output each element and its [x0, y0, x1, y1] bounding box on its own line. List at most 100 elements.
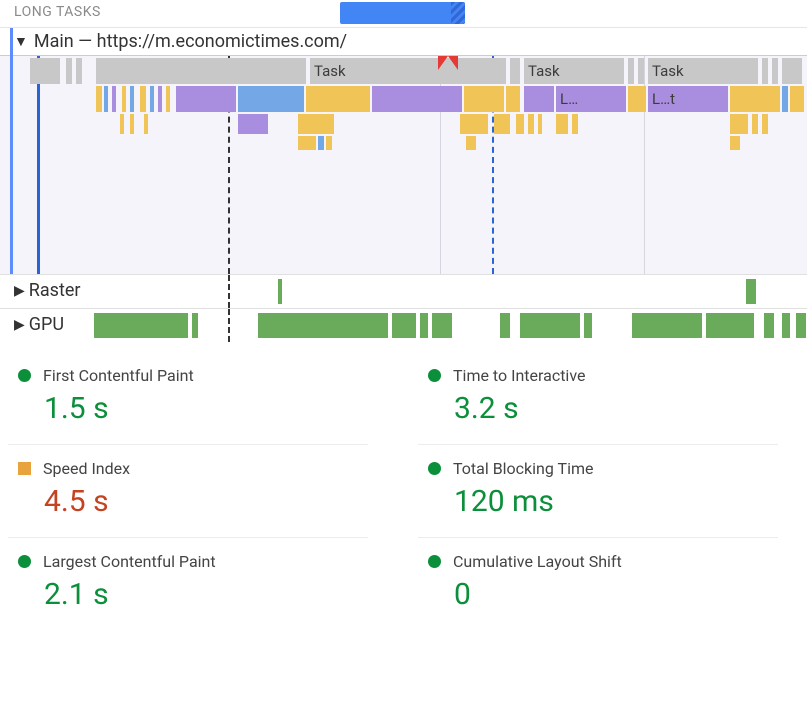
flame-block[interactable]	[238, 114, 268, 134]
flame-block[interactable]	[238, 86, 304, 112]
timeline-marker-dashed	[228, 309, 230, 342]
flame-block[interactable]	[120, 114, 124, 134]
flame-block[interactable]	[158, 86, 162, 112]
raster-track[interactable]: ▶ Raster	[0, 274, 807, 308]
flame-block[interactable]	[752, 114, 758, 134]
metric-value: 1.5 s	[44, 391, 358, 426]
activity-bar[interactable]	[782, 313, 790, 338]
metric-label: First Contentful Paint	[43, 366, 194, 385]
flame-block[interactable]	[460, 114, 488, 134]
flame-block[interactable]	[790, 86, 804, 112]
activity-bar[interactable]	[420, 313, 428, 338]
flame-block[interactable]	[528, 114, 534, 134]
flame-block[interactable]	[372, 86, 462, 112]
flame-block[interactable]	[466, 136, 476, 150]
flame-row	[0, 136, 807, 162]
flame-block[interactable]	[572, 114, 578, 134]
flame-block[interactable]	[306, 86, 370, 112]
flame-block[interactable]: Task	[524, 58, 624, 84]
flame-block[interactable]	[628, 86, 646, 112]
flame-block[interactable]	[782, 58, 802, 84]
long-tasks-label: LONG TASKS	[14, 4, 101, 20]
flame-row: L… L…t	[0, 86, 807, 112]
flame-block[interactable]	[326, 136, 332, 150]
flame-block[interactable]: L…	[556, 86, 626, 112]
selection-bracket	[10, 28, 13, 274]
activity-bar[interactable]	[192, 313, 198, 338]
metric-tti: Time to Interactive 3.2 s	[418, 352, 778, 444]
activity-bar[interactable]	[746, 279, 756, 304]
flame-block[interactable]	[298, 114, 334, 134]
flame-block[interactable]	[144, 114, 148, 134]
activity-bar[interactable]	[500, 313, 510, 338]
flame-block[interactable]	[762, 114, 768, 134]
status-square-icon	[18, 462, 31, 475]
status-dot-icon	[428, 369, 441, 382]
status-dot-icon	[18, 369, 31, 382]
flame-block[interactable]	[510, 58, 520, 84]
flame-block[interactable]	[298, 136, 316, 150]
activity-bar[interactable]	[432, 313, 452, 338]
flame-block[interactable]	[730, 114, 748, 134]
flame-block[interactable]: L…t	[648, 86, 728, 112]
flame-block[interactable]	[104, 86, 108, 112]
flame-block[interactable]	[516, 114, 524, 134]
status-dot-icon	[18, 555, 31, 568]
metrics-panel: First Contentful Paint 1.5 s Time to Int…	[0, 342, 807, 630]
metric-label: Speed Index	[43, 459, 130, 478]
metric-fcp: First Contentful Paint 1.5 s	[8, 352, 368, 444]
flame-block[interactable]	[30, 58, 60, 84]
flame-block[interactable]	[122, 86, 126, 112]
flame-block[interactable]	[628, 58, 634, 84]
activity-bar[interactable]	[278, 279, 282, 304]
status-dot-icon	[428, 555, 441, 568]
activity-bar[interactable]	[796, 313, 806, 338]
activity-bar[interactable]	[706, 313, 754, 338]
flame-block[interactable]	[772, 58, 778, 84]
flame-block[interactable]: Task	[310, 58, 506, 84]
flame-block[interactable]: Task	[648, 58, 758, 84]
flame-block[interactable]	[76, 58, 82, 84]
flame-block[interactable]	[66, 58, 72, 84]
long-task-bar[interactable]	[340, 2, 465, 24]
flame-block[interactable]	[166, 86, 170, 112]
activity-bar[interactable]	[392, 313, 416, 338]
flame-block[interactable]	[140, 86, 146, 112]
flame-block[interactable]	[782, 86, 788, 112]
disclosure-right-icon[interactable]: ▶	[14, 317, 25, 333]
raster-bars	[0, 279, 807, 304]
flame-block[interactable]	[506, 86, 520, 112]
flame-block[interactable]	[730, 136, 740, 150]
flame-block[interactable]	[494, 114, 510, 134]
flame-block[interactable]	[96, 58, 306, 84]
flame-block[interactable]	[524, 86, 554, 112]
activity-bar[interactable]	[764, 313, 774, 338]
gpu-track[interactable]: ▶ GPU	[0, 308, 807, 342]
flame-block[interactable]	[464, 86, 504, 112]
activity-bar[interactable]	[258, 313, 388, 338]
flame-block[interactable]	[176, 86, 236, 112]
activity-bar[interactable]	[94, 313, 188, 338]
flame-block[interactable]	[130, 114, 134, 134]
flame-block[interactable]	[130, 86, 134, 112]
main-track-header[interactable]: ▼ Main — https://m.economictimes.com/	[0, 28, 807, 56]
flame-block[interactable]	[318, 136, 324, 150]
metric-label: Time to Interactive	[453, 366, 585, 385]
activity-bar[interactable]	[632, 313, 702, 338]
activity-bar[interactable]	[520, 313, 580, 338]
activity-bar[interactable]	[584, 313, 592, 338]
metric-cls: Cumulative Layout Shift 0	[418, 537, 778, 630]
metric-value: 2.1 s	[44, 577, 358, 612]
flame-block[interactable]	[150, 86, 154, 112]
flame-chart[interactable]: Task Task Task L… L…t	[0, 56, 807, 274]
disclosure-down-icon[interactable]: ▼	[14, 33, 28, 50]
metric-label: Largest Contentful Paint	[43, 552, 216, 571]
flame-block[interactable]	[730, 86, 780, 112]
flame-block[interactable]	[112, 86, 116, 112]
flame-block[interactable]	[762, 58, 768, 84]
flame-block[interactable]	[638, 58, 644, 84]
flame-block[interactable]	[556, 114, 568, 134]
main-track-title: Main — https://m.economictimes.com/	[34, 31, 347, 52]
flame-block[interactable]	[538, 114, 542, 134]
flame-block[interactable]	[96, 86, 102, 112]
